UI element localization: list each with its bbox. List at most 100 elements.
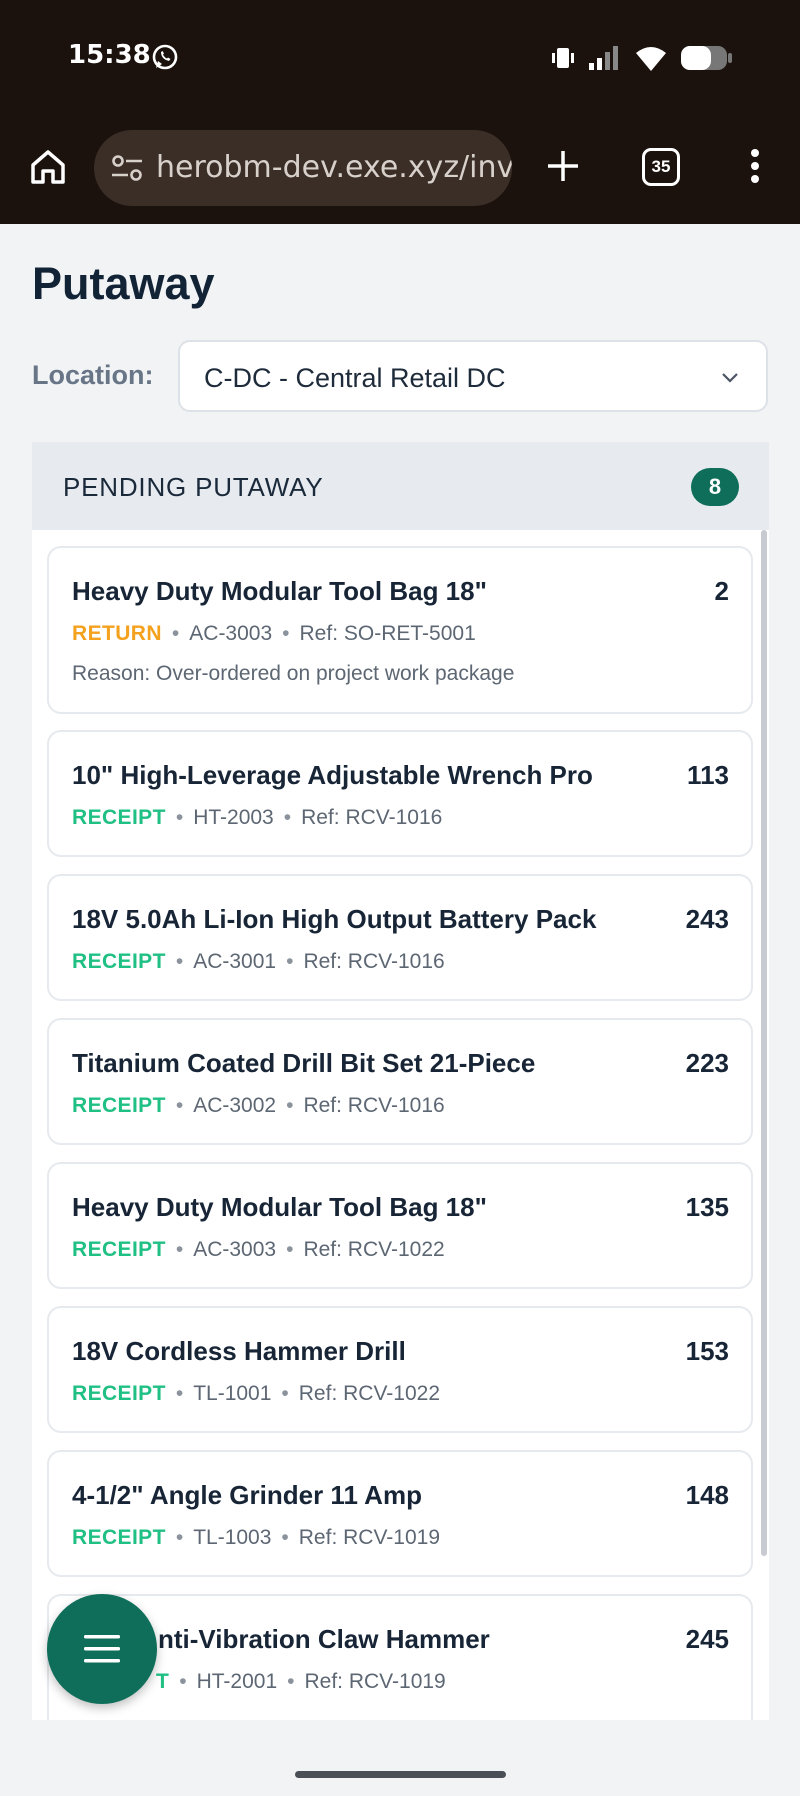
item-sku: TL-1001 — [193, 1382, 272, 1405]
item-quantity: 245 — [685, 1624, 729, 1654]
more-menu-icon[interactable] — [740, 146, 770, 186]
url-text[interactable]: herobm-dev.exe.xyz/inve — [156, 150, 512, 185]
item-type-badge: RECEIPT — [72, 950, 166, 973]
separator-dot: • — [282, 622, 290, 645]
status-time: 15:38 — [68, 40, 151, 70]
separator-dot: • — [286, 1238, 294, 1261]
item-sku: AC-3001 — [193, 950, 277, 973]
putaway-item-card[interactable]: Heavy Duty Modular Tool Bag 18" 135 RECE… — [47, 1162, 753, 1289]
putaway-item-card[interactable]: Titanium Coated Drill Bit Set 21-Piece 2… — [47, 1018, 753, 1145]
item-quantity: 153 — [685, 1336, 729, 1366]
panel-header: PENDING PUTAWAY 8 — [32, 442, 769, 530]
putaway-item-card[interactable]: 18V Cordless Hammer Drill 153 RECEIPT • TL… — [47, 1306, 753, 1433]
item-sku: AC-3003 — [193, 1238, 277, 1261]
item-meta: T • HT-2001 • Ref: RCV-1019 — [156, 1670, 446, 1694]
item-name: nti-Vibration Claw Hammer — [158, 1624, 490, 1654]
page-title: Putaway — [32, 258, 215, 309]
new-tab-icon[interactable] — [545, 148, 581, 184]
panel-title: PENDING PUTAWAY — [63, 472, 324, 502]
separator-dot: • — [175, 1526, 184, 1549]
item-sku: AC-3003 — [189, 622, 273, 645]
item-ref: Ref: RCV-1016 — [303, 950, 445, 973]
item-quantity: 243 — [685, 904, 729, 934]
putaway-item-card[interactable]: 10" High-Leverage Adjustable Wrench Pro … — [47, 730, 753, 857]
item-sku: HT-2003 — [193, 806, 274, 829]
tab-switcher-button[interactable]: 35 — [642, 148, 680, 186]
item-meta: RECEIPT • AC-3002 • Ref: RCV-1016 — [72, 1094, 445, 1118]
item-name: Heavy Duty Modular Tool Bag 18" — [72, 1192, 487, 1222]
item-name: 10" High-Leverage Adjustable Wrench Pro — [72, 760, 593, 790]
whatsapp-icon — [152, 44, 178, 70]
site-settings-icon[interactable] — [110, 154, 144, 182]
separator-dot: • — [175, 806, 184, 829]
putaway-item-card[interactable]: 18V 5.0Ah Li-Ion High Output Battery Pac… — [47, 874, 753, 1001]
item-quantity: 113 — [687, 760, 729, 790]
item-name: 18V 5.0Ah Li-Ion High Output Battery Pac… — [72, 904, 597, 934]
home-indicator[interactable] — [295, 1771, 506, 1778]
separator-dot: • — [171, 622, 180, 645]
separator-dot: • — [283, 806, 292, 829]
separator-dot: • — [287, 1670, 295, 1693]
chevron-down-icon — [722, 373, 738, 383]
separator-dot: • — [281, 1382, 289, 1405]
item-quantity: 2 — [714, 576, 729, 606]
item-type-badge: RETURN — [72, 622, 162, 645]
item-ref: Ref: SO-RET-5001 — [299, 622, 476, 645]
pending-count-badge: 8 — [691, 468, 739, 506]
item-name: 4-1/2" Angle Grinder 11 Amp — [72, 1480, 422, 1510]
item-ref: Ref: RCV-1016 — [301, 806, 443, 829]
item-reason: Reason: Over-ordered on project work pac… — [72, 662, 515, 685]
item-type-badge: RECEIPT — [72, 1238, 166, 1261]
browser-toolbar: herobm-dev.exe.xyz/inve 35 — [0, 114, 800, 224]
item-sku: HT-2001 — [196, 1670, 278, 1693]
hamburger-menu-icon — [84, 1635, 120, 1663]
signal-icon — [589, 46, 618, 70]
item-type-badge: RECEIPT — [72, 1382, 166, 1405]
separator-dot: • — [179, 1670, 187, 1693]
scrollbar[interactable] — [761, 530, 767, 1556]
item-quantity: 135 — [685, 1192, 729, 1222]
item-meta: RECEIPT • AC-3001 • Ref: RCV-1016 — [72, 950, 445, 974]
location-label: Location: — [32, 360, 154, 390]
putaway-item-card[interactable]: Heavy Duty Modular Tool Bag 18" 2 RETURN… — [47, 546, 753, 714]
wifi-icon — [636, 47, 666, 71]
item-type-badge: RECEIPT — [72, 1526, 166, 1549]
item-ref: Ref: RCV-1022 — [298, 1382, 441, 1405]
item-ref: Ref: RCV-1016 — [303, 1094, 445, 1117]
item-sku: AC-3002 — [193, 1094, 277, 1117]
item-type-badge: RECEIPT — [72, 806, 166, 829]
item-name: 18V Cordless Hammer Drill — [72, 1336, 406, 1366]
separator-dot: • — [281, 1526, 289, 1549]
item-quantity: 223 — [685, 1048, 729, 1078]
item-sku: TL-1003 — [193, 1526, 272, 1549]
battery-icon — [681, 46, 732, 70]
item-type-badge: RECEIPT — [72, 1094, 166, 1117]
item-meta: RECEIPT • HT-2003 • Ref: RCV-1016 — [72, 806, 442, 830]
home-icon[interactable] — [28, 146, 68, 186]
item-quantity: 148 — [685, 1480, 729, 1510]
separator-dot: • — [175, 1382, 184, 1405]
location-select[interactable]: C-DC - Central Retail DC — [178, 340, 768, 412]
item-ref: Ref: RCV-1022 — [303, 1238, 445, 1261]
item-meta: RECEIPT • TL-1003 • Ref: RCV-1019 — [72, 1526, 440, 1550]
separator-dot: • — [175, 1238, 184, 1261]
putaway-item-card[interactable]: 4-1/2" Angle Grinder 11 Amp 148 RECEIPT •… — [47, 1450, 753, 1577]
system-icons — [550, 44, 734, 72]
item-ref: Ref: RCV-1019 — [298, 1526, 441, 1549]
separator-dot: • — [286, 950, 294, 973]
separator-dot: • — [175, 950, 184, 973]
item-meta: RECEIPT • AC-3003 • Ref: RCV-1022 — [72, 1238, 445, 1262]
item-ref: Ref: RCV-1019 — [304, 1670, 446, 1693]
status-bar: 15:38 — [0, 0, 800, 114]
address-bar[interactable]: herobm-dev.exe.xyz/inve — [94, 130, 512, 206]
item-name: Titanium Coated Drill Bit Set 21-Piece — [72, 1048, 536, 1078]
item-type-badge: T — [156, 1670, 170, 1693]
item-name: Heavy Duty Modular Tool Bag 18" — [72, 576, 487, 606]
item-meta: RETURN • AC-3003 • Ref: SO-RET-5001 — [72, 622, 476, 646]
location-selected-value: C-DC - Central Retail DC — [204, 363, 506, 393]
menu-fab-button[interactable] — [47, 1594, 157, 1704]
separator-dot: • — [286, 1094, 294, 1117]
item-meta: RECEIPT • TL-1001 • Ref: RCV-1022 — [72, 1382, 440, 1406]
separator-dot: • — [175, 1094, 184, 1117]
vibrate-icon — [552, 48, 574, 68]
